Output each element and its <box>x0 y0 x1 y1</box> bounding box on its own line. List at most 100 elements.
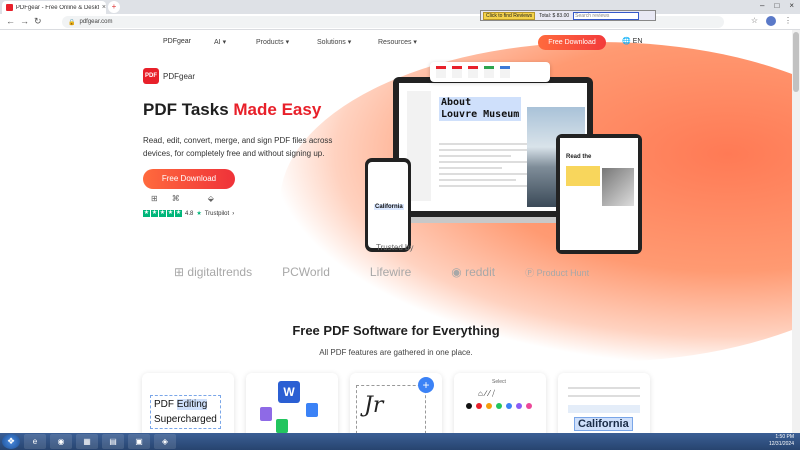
color-swatch[interactable] <box>496 403 502 409</box>
browser-toolbar-icons: ☆ ⋮ <box>751 16 792 26</box>
tablet-screen: Read the <box>560 138 638 250</box>
tab-title: PDFgear - Free Online & Desktop PDF Edit… <box>15 4 99 11</box>
signature-scribble: Jr <box>364 393 384 418</box>
close-tab-icon[interactable]: × <box>102 4 106 11</box>
nav-logo[interactable]: PDFgear <box>163 38 191 45</box>
trustpilot-rating[interactable]: ★ ★ ★ ★ ★ 4.8 ★ Trustpilot › <box>143 210 234 217</box>
hero-title: PDF Tasks Made Easy <box>143 100 322 119</box>
url-text: pdfgear.com <box>79 19 113 25</box>
text-line <box>568 387 640 389</box>
word-tool-icon <box>500 66 510 78</box>
pcworld-logo: PCWorld <box>282 265 330 279</box>
brand-name: PDFgear <box>163 71 196 81</box>
hero-download-button[interactable]: Free Download <box>143 169 235 189</box>
ocr-sample-text: California <box>574 417 633 431</box>
star-bookmark-icon[interactable]: ☆ <box>751 16 758 26</box>
extension-total-label: Total: $ 83.00 <box>539 12 570 19</box>
windows-taskbar: ❖ e ◉ ▦ ▤ ▣ ◈ 1:50 PM 12/31/2024 <box>0 433 800 450</box>
nav-item-ai[interactable]: AI ▾ <box>214 38 226 46</box>
color-swatch[interactable] <box>486 403 492 409</box>
system-clock[interactable]: 1:50 PM 12/31/2024 <box>769 434 794 448</box>
nav-item-products[interactable]: Products ▾ <box>256 38 289 46</box>
pdfgear-logo-icon: PDF <box>143 68 159 84</box>
clock-time: 1:50 PM <box>775 434 794 440</box>
forward-icon[interactable]: → <box>20 16 29 26</box>
platform-icons: ⊞ ⌘ ⬙ <box>151 194 214 203</box>
features-subtitle: All PDF features are gathered in one pla… <box>319 348 473 357</box>
feature-card-sign[interactable]: Jr + <box>350 373 442 433</box>
color-swatch[interactable] <box>516 403 522 409</box>
site-nav: PDFgear AI ▾ Products ▾ Solutions ▾ Reso… <box>0 30 792 55</box>
tablet-heading: Read the <box>566 154 592 160</box>
phone-mockup: California <box>365 158 411 252</box>
file-icon <box>260 407 272 421</box>
android-icon[interactable]: ⬙ <box>208 194 214 203</box>
file-icon <box>306 403 318 417</box>
feature-card-edit[interactable]: PDF Editing Supercharged <box>142 373 234 433</box>
pdf-tool-icon <box>468 66 478 78</box>
close-window-button[interactable]: × <box>789 0 794 12</box>
extension-search-input[interactable]: Search reviews <box>573 11 640 20</box>
taskbar-app-icon[interactable]: ▣ <box>128 434 150 449</box>
language-selector[interactable]: 🌐 EN <box>622 37 642 45</box>
hero-description: Read, edit, convert, merge, and sign PDF… <box>143 136 333 158</box>
tablet-highlight <box>566 166 600 186</box>
laptop-heading: About Louvre Museum <box>439 97 522 121</box>
color-swatch[interactable] <box>476 403 482 409</box>
taskbar-chrome-icon[interactable]: ◉ <box>50 434 72 449</box>
add-plus-icon[interactable]: + <box>418 377 434 393</box>
nav-download-button[interactable]: Free Download <box>538 35 606 50</box>
text-line <box>568 395 640 397</box>
windows-icon[interactable]: ⊞ <box>151 194 158 203</box>
minimize-button[interactable]: – <box>760 0 764 12</box>
profile-avatar[interactable] <box>766 16 776 26</box>
pdfgear-favicon-icon <box>6 4 13 11</box>
lifewire-logo: Lifewire <box>369 265 412 279</box>
chevron-right-icon: › <box>232 210 235 217</box>
scrollbar-thumb[interactable] <box>793 32 799 92</box>
find-reviews-button[interactable]: Click to find Reviews <box>483 11 536 20</box>
phone-screen: California <box>368 162 408 248</box>
taskbar-ie-icon[interactable]: e <box>24 434 46 449</box>
page-scrollbar[interactable] <box>792 30 800 433</box>
mac-icon[interactable]: ⌘ <box>172 194 180 203</box>
pdf-tool-icon <box>436 66 446 78</box>
reload-icon[interactable]: ↻ <box>34 16 42 27</box>
annotation-tools: ⌂ ∕ ⁄ ⧸ <box>478 389 495 398</box>
color-swatch[interactable] <box>466 403 472 409</box>
rating-value: 4.8 <box>185 210 194 217</box>
taskbar-window-icon[interactable]: ▤ <box>102 434 124 449</box>
excel-tool-icon <box>484 66 494 78</box>
floating-tool-strip <box>430 62 550 82</box>
nav-item-solutions[interactable]: Solutions ▾ <box>317 38 351 46</box>
color-swatch[interactable] <box>526 403 532 409</box>
taskbar-explorer-icon[interactable]: ▦ <box>76 434 98 449</box>
browser-tab[interactable]: PDFgear - Free Online & Desktop PDF Edit… <box>2 1 106 14</box>
tablet-mockup: Read the <box>556 134 642 254</box>
feature-card-convert[interactable]: W <box>246 373 338 433</box>
lock-icon: 🔒 <box>68 19 76 26</box>
color-swatch[interactable] <box>506 403 512 409</box>
color-palette <box>466 403 532 409</box>
phone-label: California <box>374 204 404 210</box>
word-icon: W <box>278 381 300 403</box>
pdf-editing-sample: PDF Editing Supercharged <box>150 395 221 429</box>
maximize-button[interactable]: □ <box>774 0 779 12</box>
select-label: Select <box>492 379 506 385</box>
document-text-lines <box>439 143 529 191</box>
new-tab-button[interactable]: + <box>108 1 120 13</box>
nav-item-resources[interactable]: Resources ▾ <box>378 38 417 46</box>
address-bar: ← → ↻ 🔒 pdfgear.com ☆ ⋮ <box>0 14 800 30</box>
browser-tab-bar: PDFgear - Free Online & Desktop PDF Edit… <box>0 0 800 14</box>
back-icon[interactable]: ← <box>6 16 15 26</box>
feature-card-ocr[interactable]: California <box>558 373 650 433</box>
feature-card-annotate[interactable]: Select ⌂ ∕ ⁄ ⧸ <box>454 373 546 433</box>
press-logos: ⊞ digitaltrends PCWorld Lifewire ◉ reddi… <box>174 265 589 279</box>
pdf-tool-icon <box>452 66 462 78</box>
producthunt-logo: Ⓟ Product Hunt <box>525 267 590 278</box>
trustpilot-icon: ★ <box>196 211 202 217</box>
web-page: PDFgear AI ▾ Products ▾ Solutions ▾ Reso… <box>0 30 792 433</box>
menu-kebab-icon[interactable]: ⋮ <box>784 16 792 26</box>
start-button[interactable]: ❖ <box>2 434 20 449</box>
taskbar-app-icon[interactable]: ◈ <box>154 434 176 449</box>
